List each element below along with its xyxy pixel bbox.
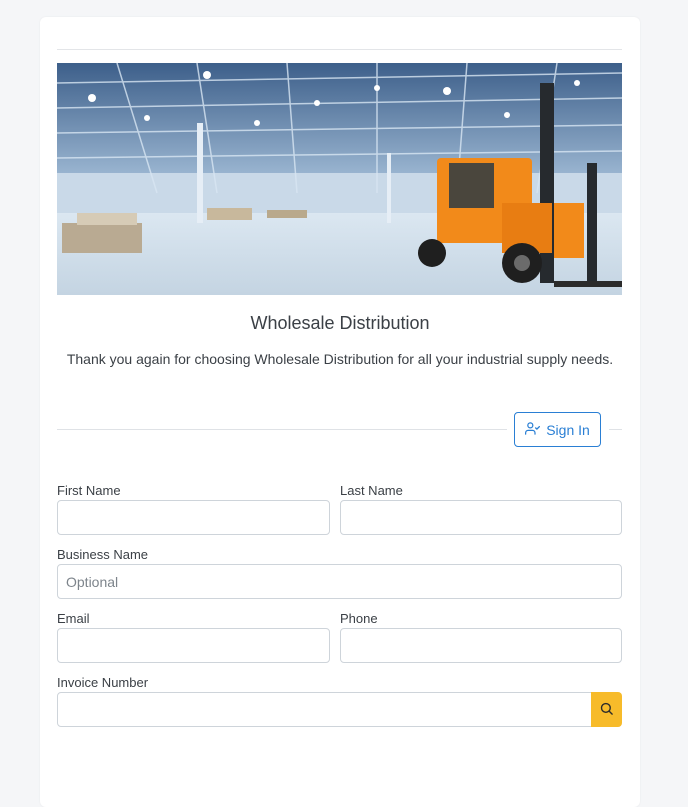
sign-in-button[interactable]: Sign In — [514, 412, 601, 447]
invoice-number-input[interactable] — [57, 692, 592, 727]
last-name-input[interactable] — [340, 500, 622, 535]
sign-in-label: Sign In — [546, 421, 590, 438]
page-title: Wholesale Distribution — [250, 313, 430, 333]
phone-input[interactable] — [340, 628, 622, 663]
user-check-icon — [525, 421, 541, 439]
search-icon — [599, 701, 614, 719]
top-divider — [57, 49, 622, 50]
first-name-input[interactable] — [57, 500, 330, 535]
registration-card: Wholesale Distribution Thank you again f… — [40, 17, 640, 807]
first-name-label: First Name — [57, 483, 121, 498]
section-divider-right — [609, 429, 622, 430]
page-subtitle: Thank you again for choosing Wholesale D… — [66, 351, 614, 367]
last-name-label: Last Name — [340, 483, 403, 498]
email-label: Email — [57, 611, 90, 626]
invoice-search-button[interactable] — [591, 692, 622, 727]
section-divider-left — [57, 429, 507, 430]
invoice-number-label: Invoice Number — [57, 675, 149, 690]
hero-image — [57, 63, 622, 295]
business-name-label: Business Name — [57, 547, 149, 562]
business-name-input[interactable] — [57, 564, 622, 599]
phone-label: Phone — [340, 611, 378, 626]
email-input[interactable] — [57, 628, 330, 663]
